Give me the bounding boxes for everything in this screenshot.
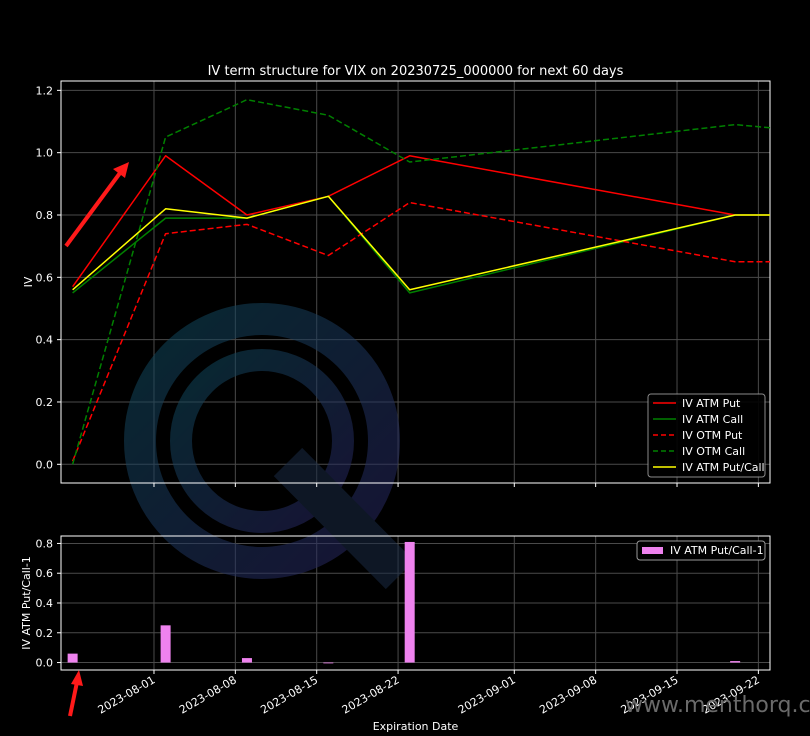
top-ytick-label: 1.2 <box>36 84 54 97</box>
bar-6 <box>730 661 741 663</box>
top-ytick-label: 1.0 <box>36 147 54 160</box>
legend-label-3: IV OTM Put <box>682 429 743 442</box>
bottom-legend-label: IV ATM Put/Call-1 <box>670 544 764 557</box>
series-line-5 <box>72 195 770 291</box>
chart-figure: 0.0 0.2 0.4 0.6 0.8 1.0 1.2 0.0 0.2 0.4 0.6 0.8 2023… <box>20 64 810 733</box>
xtick-label: 2023-09-01 <box>456 673 518 716</box>
legend-label-2: IV ATM Call <box>682 413 743 426</box>
watermark-logo <box>124 303 415 590</box>
bar-5 <box>404 541 415 663</box>
bottom-ytick-label: 0.0 <box>36 657 54 670</box>
bar-3 <box>241 658 252 663</box>
xtick-label: 2023-08-22 <box>340 673 402 716</box>
xtick-label: 2023-09-08 <box>537 673 599 716</box>
watermark-text: www.menthorq.com <box>625 693 810 718</box>
red-arrow-bottom-head <box>71 670 83 686</box>
chart-title: IV term structure for VIX on 20230725_00… <box>208 64 624 79</box>
x-axis-label: Expiration Date <box>373 720 459 733</box>
xtick-label: 2023-08-01 <box>96 673 158 716</box>
top-legend: IV ATM Put IV ATM Call IV OTM Put IV OTM Ca… <box>647 393 766 478</box>
bar-1 <box>67 653 78 663</box>
bar-4 <box>323 662 334 664</box>
legend-label-5: IV ATM Put/Call <box>682 461 765 474</box>
xtick-label: 2023-08-08 <box>177 673 239 716</box>
red-arrow-bottom-shaft <box>68 681 79 717</box>
bottom-y-axis-label: IV ATM Put/Call-1 <box>20 556 33 650</box>
top-ytick-label: 0.0 <box>36 458 54 471</box>
series-line-1 <box>72 155 770 288</box>
legend-label-4: IV OTM Call <box>682 445 745 458</box>
bottom-legend-swatch <box>642 547 663 554</box>
top-ytick-label: 0.4 <box>36 334 54 347</box>
legend-label-1: IV ATM Put <box>682 397 741 410</box>
bottom-ytick-label: 0.6 <box>36 567 54 580</box>
red-arrow-top-shaft <box>64 171 122 248</box>
bottom-ytick-label: 0.2 <box>36 627 54 640</box>
bar-2 <box>160 625 171 663</box>
top-ytick-label: 0.6 <box>36 271 54 284</box>
red-arrow-top-head <box>113 162 129 178</box>
xtick-label: 2023-08-15 <box>258 673 320 716</box>
top-y-axis-label: IV <box>22 276 35 287</box>
top-ytick-label: 0.8 <box>36 209 54 222</box>
bottom-ytick-label: 0.8 <box>36 537 54 550</box>
bottom-ytick-label: 0.4 <box>36 597 54 610</box>
bottom-legend: IV ATM Put/Call-1 <box>636 540 766 561</box>
top-ytick-label: 0.2 <box>36 396 54 409</box>
